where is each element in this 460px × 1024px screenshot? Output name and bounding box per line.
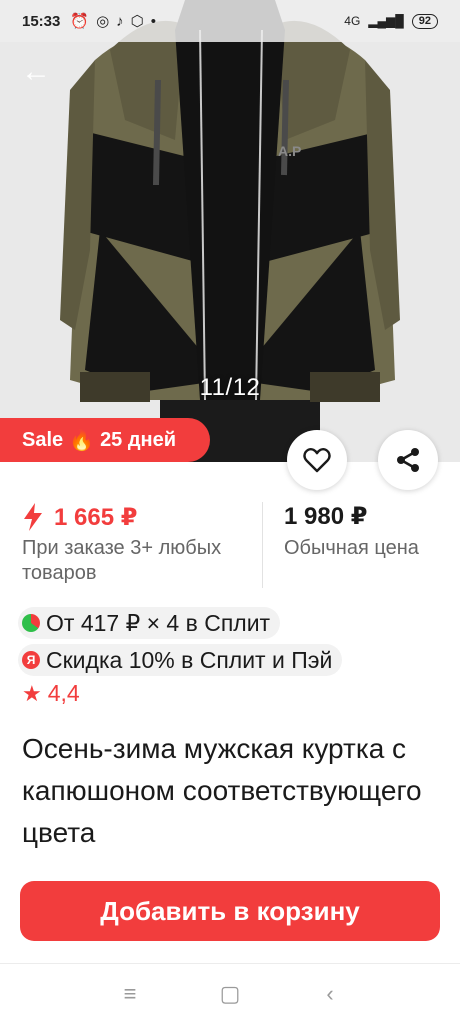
svg-text:A.P: A.P	[278, 143, 301, 159]
price-divider	[262, 502, 263, 588]
signal-icon: ▂▄▆█	[368, 14, 404, 28]
yandex-logo-icon: Я	[22, 651, 40, 669]
add-to-cart-button[interactable]: Добавить в корзину	[20, 881, 440, 941]
share-button[interactable]	[378, 430, 438, 490]
pay-discount-text: Скидка 10% в Сплит и Пэй	[46, 646, 333, 673]
status-icons: ⏰ ◎ ♪ ⬡ •	[70, 12, 157, 31]
image-counter: 11/12	[199, 374, 261, 401]
box-icon: ⬡	[130, 13, 144, 30]
bolt-icon	[24, 503, 42, 531]
rating-value: 4,4	[47, 680, 80, 706]
home-icon[interactable]: ▢	[215, 981, 245, 1007]
regular-price-note: Обычная цена	[284, 537, 419, 559]
split-offer-chip[interactable]: От 417 ₽ × 4 в Сплит	[18, 607, 281, 639]
split-logo-icon	[22, 614, 40, 632]
pay-discount-chip[interactable]: Я Скидка 10% в Сплит и Пэй	[18, 644, 343, 676]
star-icon: ★	[22, 680, 42, 706]
product-photo[interactable]: A.P 15:33 ⏰ ◎ ♪ ⬡ • 4G ▂▄▆█ 92 ← 11/12	[0, 0, 460, 462]
status-time: 15:33	[22, 12, 61, 30]
sale-badge: Sale 🔥 25 дней	[0, 418, 210, 462]
rating[interactable]: ★ 4,4	[22, 680, 80, 707]
promo-price-note: При заказе 3+ любых товаров	[22, 537, 222, 584]
system-nav-bar: ≡ ▢ ‹	[0, 964, 460, 1024]
alarm-icon: ⏰	[70, 13, 90, 30]
sale-label: Sale	[22, 428, 64, 451]
dot-icon: •	[150, 12, 157, 30]
promo-price-block: 1 665 ₽ При заказе 3+ любых товаров	[22, 500, 252, 586]
status-bar: 15:33 ⏰ ◎ ♪ ⬡ • 4G ▂▄▆█ 92	[0, 0, 460, 42]
favorite-button[interactable]	[287, 430, 347, 490]
fire-icon: 🔥	[69, 429, 95, 452]
battery-icon: 92	[411, 13, 438, 29]
regular-price-value: 1 980 ₽	[284, 503, 368, 530]
regular-price-block: 1 980 ₽ Обычная цена	[284, 500, 419, 561]
whatsapp-icon: ◎	[96, 13, 110, 30]
menu-icon[interactable]: ≡	[115, 981, 145, 1007]
split-offer-text: От 417 ₽ × 4 в Сплит	[46, 609, 271, 636]
product-title: Осень-зима мужская куртка с капюшоном со…	[22, 733, 422, 848]
sale-days: 25 дней	[100, 428, 177, 451]
status-right: 4G ▂▄▆█ 92	[344, 13, 438, 29]
heart-icon	[303, 448, 331, 473]
promo-price-value: 1 665 ₽	[54, 503, 138, 531]
tiktok-icon: ♪	[116, 12, 124, 30]
promo-price: 1 665 ₽	[22, 500, 252, 534]
back-arrow-icon[interactable]: ←	[18, 54, 54, 90]
share-icon	[397, 448, 419, 472]
back-icon[interactable]: ‹	[315, 981, 345, 1007]
network-label: 4G	[344, 14, 361, 28]
price-block: 1 665 ₽ При заказе 3+ любых товаров 1 98…	[0, 500, 460, 590]
